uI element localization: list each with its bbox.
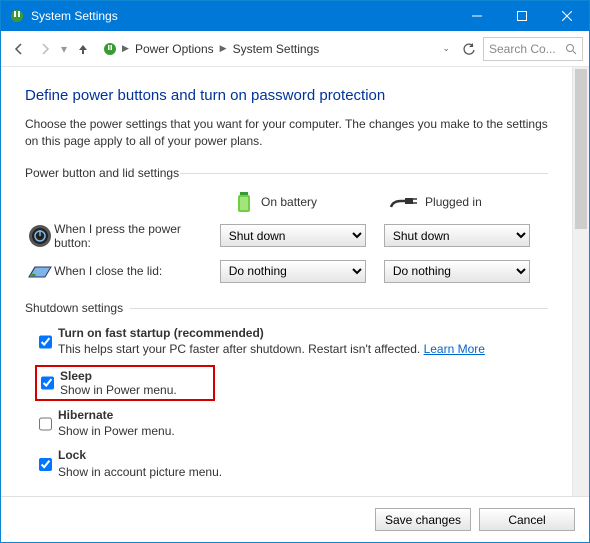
power-icon	[25, 224, 54, 248]
checkbox-sleep[interactable]	[41, 369, 54, 397]
row-lid: When I close the lid: Do nothing Do noth…	[25, 260, 548, 283]
checkbox-fast-startup[interactable]	[39, 327, 52, 357]
minimize-button[interactable]	[454, 1, 499, 31]
page-intro: Choose the power settings that you want …	[25, 116, 548, 150]
col-plugged: Plugged in	[387, 193, 482, 211]
select-power-battery[interactable]: Shut down	[220, 224, 366, 247]
chevron-down-icon[interactable]: ⌄	[442, 43, 450, 54]
refresh-button[interactable]	[457, 37, 481, 61]
close-button[interactable]	[544, 1, 589, 31]
lid-icon	[25, 261, 54, 281]
checkbox-lock[interactable]	[39, 449, 52, 479]
plug-icon	[387, 193, 417, 211]
page-title: Define power buttons and turn on passwor…	[25, 87, 548, 104]
select-lid-plugged[interactable]: Do nothing	[384, 260, 530, 283]
group-shutdown: Shutdown settings	[25, 301, 548, 315]
fast-startup-title: Turn on fast startup (recommended)	[58, 326, 264, 340]
opt-sleep-highlighted: Sleep Show in Power menu.	[35, 365, 215, 401]
sleep-desc: Show in Power menu.	[60, 383, 177, 397]
window-title: System Settings	[31, 9, 454, 23]
select-lid-battery[interactable]: Do nothing	[220, 260, 366, 283]
select-power-plugged[interactable]: Shut down	[384, 224, 530, 247]
hibernate-desc: Show in Power menu.	[58, 424, 175, 438]
scrollbar[interactable]	[572, 67, 589, 496]
group-power-lid: Power button and lid settings	[25, 166, 548, 180]
search-input[interactable]: Search Co...	[483, 37, 583, 61]
save-button[interactable]: Save changes	[375, 508, 471, 531]
forward-button[interactable]	[33, 37, 57, 61]
chevron-icon: ▶	[122, 43, 129, 54]
search-icon	[565, 43, 577, 55]
scrollbar-thumb[interactable]	[575, 69, 587, 229]
location-icon	[102, 41, 118, 57]
footer: Save changes Cancel	[1, 496, 589, 542]
row-power-button: When I press the power button: Shut down…	[25, 222, 548, 250]
app-icon	[9, 8, 25, 24]
opt-lock: Lock Show in account picture menu.	[25, 447, 548, 479]
crumb-system-settings[interactable]: System Settings	[231, 42, 322, 56]
window: System Settings ▾ ▶ Power Options ▶ Syst…	[0, 0, 590, 543]
back-button[interactable]	[7, 37, 31, 61]
chevron-icon: ▶	[220, 43, 227, 54]
opt-hibernate: Hibernate Show in Power menu.	[25, 407, 548, 439]
checkbox-hibernate[interactable]	[39, 409, 52, 439]
cancel-button[interactable]: Cancel	[479, 508, 575, 531]
maximize-button[interactable]	[499, 1, 544, 31]
lock-title: Lock	[58, 448, 86, 462]
learn-more-link[interactable]: Learn More	[424, 342, 485, 356]
breadcrumb[interactable]: ▶ Power Options ▶ System Settings ⌄	[97, 37, 455, 61]
opt-fast-startup: Turn on fast startup (recommended) This …	[25, 325, 548, 357]
crumb-power-options[interactable]: Power Options	[133, 42, 216, 56]
dropdown-icon[interactable]: ▾	[61, 42, 67, 56]
battery-icon	[235, 190, 253, 214]
sleep-title: Sleep	[60, 369, 92, 383]
content-pane: Define power buttons and turn on passwor…	[1, 67, 572, 496]
lock-desc: Show in account picture menu.	[58, 465, 222, 479]
up-button[interactable]	[71, 37, 95, 61]
hibernate-title: Hibernate	[58, 408, 113, 422]
col-battery: On battery	[235, 190, 317, 214]
fast-startup-desc: This helps start your PC faster after sh…	[58, 342, 424, 356]
navbar: ▾ ▶ Power Options ▶ System Settings ⌄ Se…	[1, 31, 589, 67]
search-placeholder: Search Co...	[489, 42, 561, 56]
titlebar: System Settings	[1, 1, 589, 31]
